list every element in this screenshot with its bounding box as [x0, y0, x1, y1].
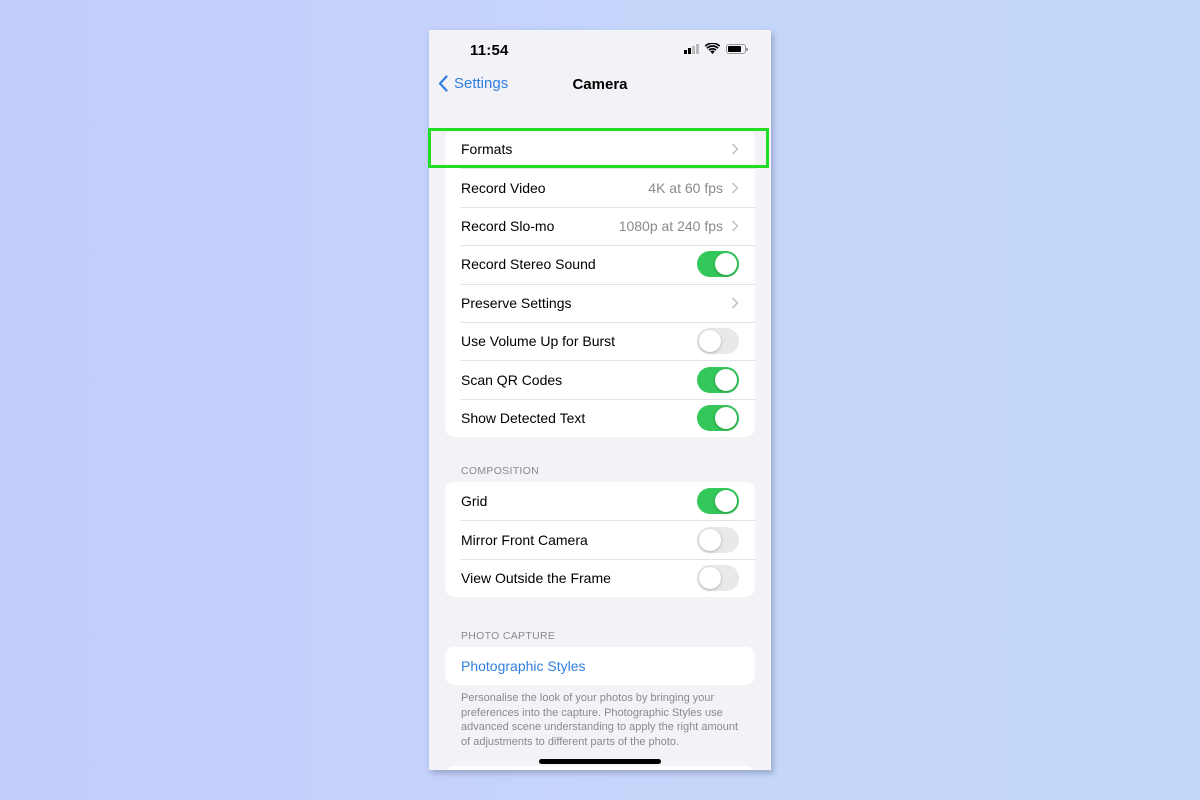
- composition-group: Grid Mirror Front Camera View Outside th…: [445, 482, 755, 598]
- status-icons: [684, 43, 748, 54]
- wifi-icon: [705, 43, 720, 54]
- row-label: Formats: [461, 141, 513, 158]
- row-label: Show Detected Text: [461, 409, 586, 426]
- photo-capture-group: Photographic Styles: [445, 647, 755, 686]
- row-value: 4K at 60 fps: [648, 179, 723, 196]
- home-indicator[interactable]: [539, 759, 661, 764]
- page-title: Camera: [572, 76, 628, 93]
- chevron-right-icon: [731, 297, 739, 309]
- record-slo-mo-row[interactable]: Record Slo-mo 1080p at 240 fps: [445, 206, 755, 245]
- photographic-styles-description: Personalise the look of your photos by b…: [461, 692, 739, 748]
- toggle-knob: [715, 490, 737, 513]
- row-label: Record Slo-mo: [461, 217, 555, 234]
- row-label: View Outside the Frame: [461, 569, 611, 586]
- status-time: 11:54: [470, 42, 509, 59]
- volume-up-burst-toggle[interactable]: [697, 328, 739, 355]
- toggle-knob: [715, 253, 737, 276]
- toggle-knob: [699, 330, 721, 353]
- toggle-knob: [699, 566, 721, 589]
- volume-up-burst-row: Use Volume Up for Burst: [445, 321, 755, 360]
- cellular-signal-icon: [684, 43, 699, 54]
- scan-qr-codes-toggle[interactable]: [697, 366, 739, 393]
- navigation-bar: Settings Camera: [429, 70, 771, 100]
- record-stereo-sound-row: Record Stereo Sound: [445, 245, 755, 283]
- show-detected-text-toggle[interactable]: [697, 404, 739, 431]
- status-bar: 11:54: [429, 30, 771, 70]
- record-video-row[interactable]: Record Video 4K at 60 fps: [445, 168, 755, 206]
- row-label: Record Video: [461, 179, 546, 196]
- show-detected-text-row: Show Detected Text: [445, 398, 755, 437]
- row-value: 1080p at 240 fps: [618, 217, 723, 234]
- row-label: Use Volume Up for Burst: [461, 333, 616, 350]
- mirror-front-camera-row: Mirror Front Camera: [445, 520, 755, 558]
- composition-header: COMPOSITION: [461, 465, 539, 477]
- photo-capture-header: PHOTO CAPTURE: [461, 630, 556, 642]
- photographic-styles-link[interactable]: Photographic Styles: [461, 658, 586, 674]
- chevron-right-icon: [731, 220, 739, 232]
- photographic-styles-row[interactable]: Photographic Styles: [445, 647, 755, 685]
- row-label: Scan QR Codes: [461, 371, 563, 388]
- chevron-right-icon: [731, 143, 739, 155]
- phone-screen: 11:54 Settings Camera Formats Record Vid…: [429, 30, 771, 770]
- toggle-knob: [715, 406, 737, 429]
- row-label: Mirror Front Camera: [461, 531, 588, 548]
- row-label: Preserve Settings: [461, 294, 572, 311]
- grid-row: Grid: [445, 482, 755, 520]
- grid-toggle[interactable]: [697, 488, 739, 515]
- view-outside-frame-toggle[interactable]: [697, 564, 739, 591]
- toggle-knob: [715, 368, 737, 391]
- record-stereo-sound-toggle[interactable]: [697, 251, 739, 278]
- view-outside-frame-row: View Outside the Frame: [445, 558, 755, 597]
- mirror-front-camera-toggle[interactable]: [697, 526, 739, 553]
- battery-icon: [726, 43, 748, 54]
- scan-qr-codes-row: Scan QR Codes: [445, 360, 755, 398]
- main-settings-group: Formats Record Video 4K at 60 fps Record…: [445, 130, 755, 438]
- chevron-right-icon: [731, 182, 739, 194]
- row-label: Record Stereo Sound: [461, 256, 596, 273]
- row-label: Grid: [461, 493, 488, 510]
- toggle-knob: [699, 528, 721, 551]
- next-group-partial: [445, 766, 755, 770]
- formats-row[interactable]: Formats: [445, 130, 755, 168]
- preserve-settings-row[interactable]: Preserve Settings: [445, 283, 755, 322]
